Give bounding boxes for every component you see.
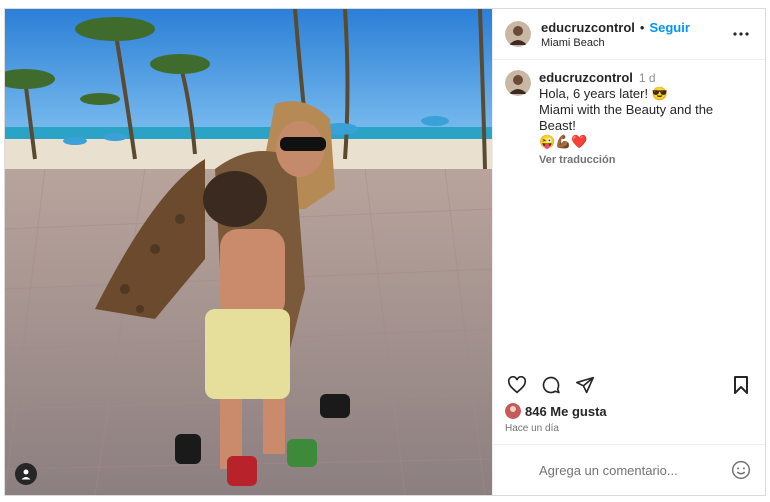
more-icon[interactable] — [729, 22, 753, 46]
share-icon[interactable] — [573, 373, 597, 397]
post-header: educruzcontrol • Seguir Miami Beach — [493, 9, 765, 60]
photo-illustration — [5, 9, 492, 495]
caption-line-2: Miami with the Beauty and the Beast! — [539, 102, 714, 133]
separator-dot: • — [639, 19, 645, 35]
liker-avatar — [505, 403, 521, 419]
location-link[interactable]: Miami Beach — [541, 37, 729, 49]
comment-bar — [493, 444, 765, 495]
post-side-panel: educruzcontrol • Seguir Miami Beach educ… — [492, 9, 765, 495]
caption-username[interactable]: educruzcontrol — [539, 70, 633, 85]
comments-area — [493, 178, 765, 367]
comment-icon[interactable] — [539, 373, 563, 397]
action-bar — [493, 367, 765, 403]
user-tag-icon[interactable] — [15, 463, 37, 485]
username-link[interactable]: educruzcontrol — [541, 20, 635, 35]
heart-icon[interactable] — [505, 373, 529, 397]
post-photo[interactable] — [5, 9, 492, 495]
follow-button[interactable]: Seguir — [649, 20, 689, 35]
post-dialog: educruzcontrol • Seguir Miami Beach educ… — [4, 8, 766, 496]
caption: educruzcontrol 1 d Hola, 6 years later! 😎… — [493, 60, 765, 178]
caption-line-3: 😜💪🏾❤️ — [539, 134, 588, 149]
likes-label: 846 Me gusta — [525, 403, 607, 419]
translate-link[interactable]: Ver traducción — [539, 152, 753, 168]
caption-avatar[interactable] — [505, 70, 531, 96]
bookmark-icon[interactable] — [729, 373, 753, 397]
comment-input[interactable] — [505, 461, 729, 479]
avatar[interactable] — [505, 21, 531, 47]
caption-line-1: Hola, 6 years later! 😎 — [539, 86, 668, 101]
person-glyph — [21, 469, 31, 480]
likes-count[interactable]: 846 Me gusta — [493, 403, 765, 419]
post-time[interactable]: Hace un día — [493, 419, 765, 434]
caption-time[interactable]: 1 d — [639, 71, 656, 85]
emoji-icon[interactable] — [729, 458, 753, 482]
